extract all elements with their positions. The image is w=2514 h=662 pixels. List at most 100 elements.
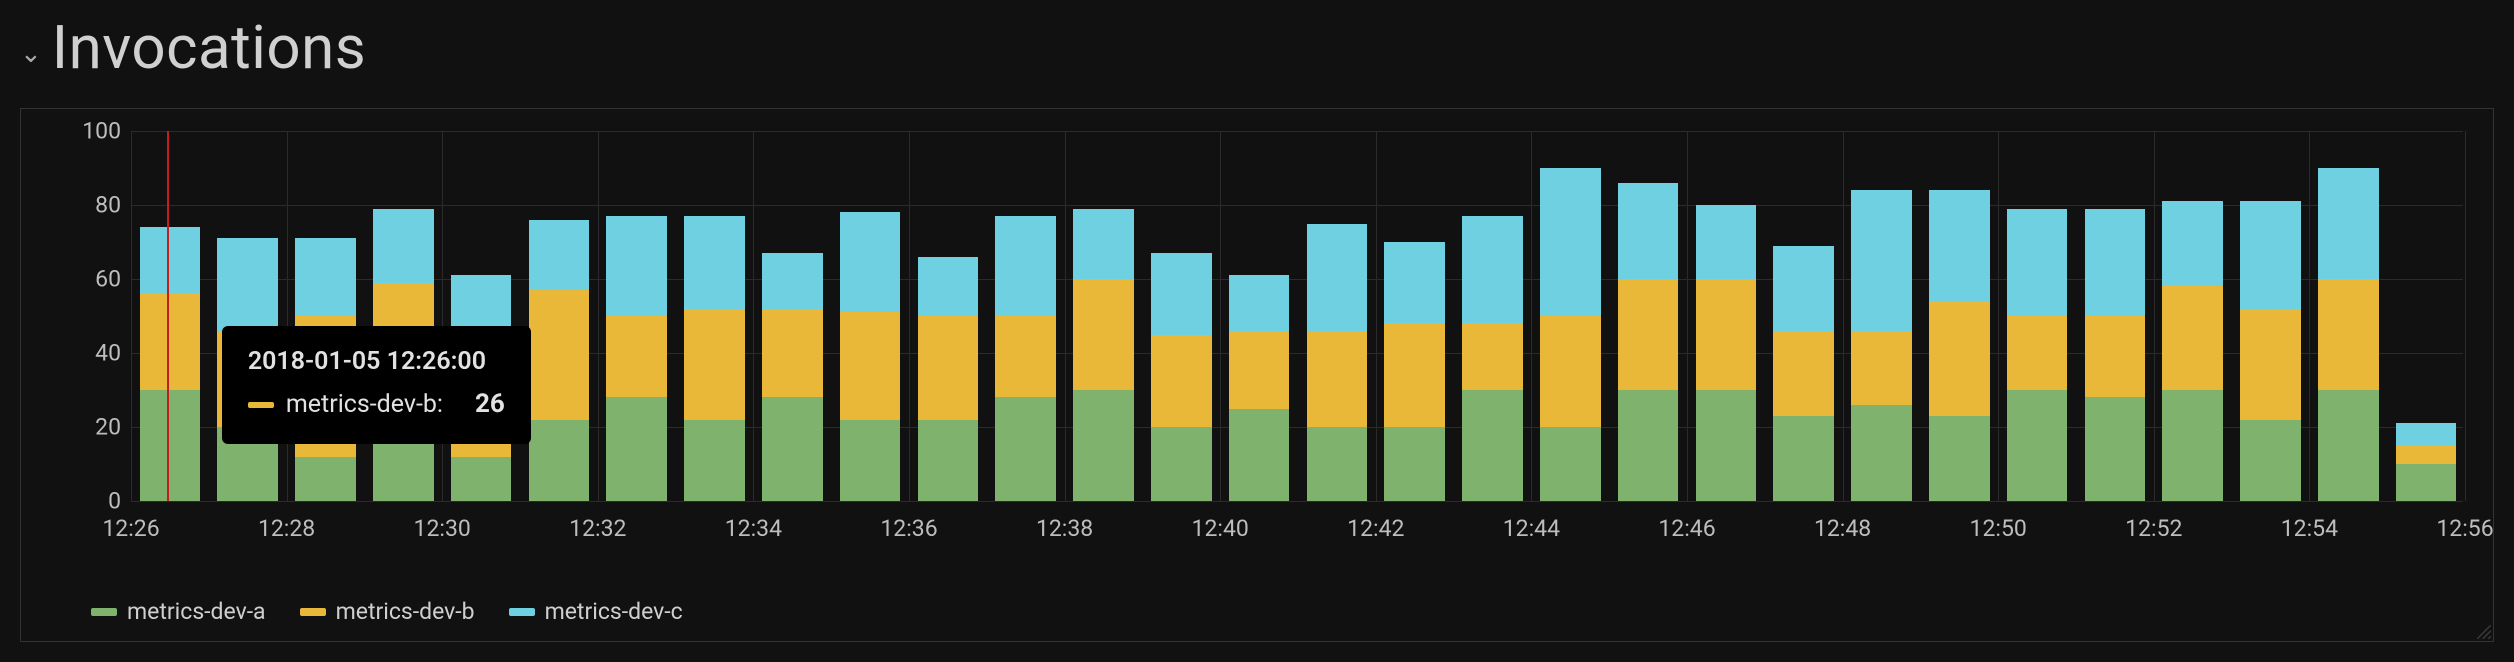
bar-segment-metrics-dev-a [140,390,201,501]
bar-segment-metrics-dev-a [373,434,434,501]
bar-segment-metrics-dev-b [1929,301,1990,416]
bar[interactable] [1540,168,1601,501]
bar-segment-metrics-dev-c [1540,168,1601,316]
bar[interactable] [840,212,901,501]
bar-segment-metrics-dev-c [1851,190,1912,331]
gridline-v [598,131,599,501]
gridline-h [131,501,2463,502]
bar[interactable] [1696,205,1757,501]
bar[interactable] [1929,190,1990,501]
bar-segment-metrics-dev-a [1384,427,1445,501]
x-axis-tick: 12:36 [880,515,937,542]
bar-segment-metrics-dev-c [529,220,590,290]
tooltip-series-label: metrics-dev-b: [286,387,443,423]
bar-segment-metrics-dev-c [2085,209,2146,316]
bar[interactable] [2085,209,2146,501]
chart-tooltip: 2018-01-05 12:26:00metrics-dev-b:26 [222,326,531,444]
gridline-v [2465,131,2466,501]
bar-segment-metrics-dev-a [2085,397,2146,501]
bar-segment-metrics-dev-c [1073,209,1134,279]
bar-segment-metrics-dev-b [2240,309,2301,420]
legend-swatch-b [300,608,326,616]
legend-item-a[interactable]: metrics-dev-a [91,598,266,625]
bar-segment-metrics-dev-c [840,212,901,312]
gridline-v [131,131,132,501]
bar-segment-metrics-dev-b [2085,316,2146,397]
bar[interactable] [2396,423,2457,501]
legend-item-c[interactable]: metrics-dev-c [509,598,683,625]
bar-segment-metrics-dev-c [373,209,434,283]
x-axis-tick: 12:40 [1192,515,1249,542]
bar-segment-metrics-dev-c [1229,275,1290,331]
bar[interactable] [1462,216,1523,501]
bar[interactable] [1073,209,1134,501]
y-axis-tick: 20 [61,414,121,441]
bar[interactable] [762,253,823,501]
panel-header[interactable]: ⌄ Invocations [0,0,2514,83]
legend-item-b[interactable]: metrics-dev-b [300,598,475,625]
hover-crosshair [167,131,169,501]
bar-segment-metrics-dev-b [762,309,823,398]
gridline-v [1843,131,1844,501]
bar-segment-metrics-dev-b [1851,331,1912,405]
bar[interactable] [684,216,745,501]
bar[interactable] [1229,275,1290,501]
bar-segment-metrics-dev-a [1151,427,1212,501]
bar[interactable] [1384,242,1445,501]
y-axis-tick: 100 [61,118,121,145]
bar-segment-metrics-dev-c [2396,423,2457,445]
bar-segment-metrics-dev-b [918,316,979,420]
tooltip-timestamp: 2018-01-05 12:26:00 [248,344,505,380]
gridline-h [131,205,2463,206]
bar-segment-metrics-dev-a [1229,409,1290,502]
bar-segment-metrics-dev-c [995,216,1056,316]
dashboard-panel: ⌄ Invocations 02040608010012:2612:2812:3… [0,0,2514,662]
x-axis-tick: 12:26 [102,515,159,542]
bar[interactable] [1151,253,1212,501]
bar-segment-metrics-dev-c [2318,168,2379,279]
bar-segment-metrics-dev-a [606,397,667,501]
bar-segment-metrics-dev-a [684,420,745,501]
bar-segment-metrics-dev-a [1618,390,1679,501]
resize-handle-icon[interactable] [2477,625,2491,639]
bar-segment-metrics-dev-c [1307,224,1368,331]
bar[interactable] [2318,168,2379,501]
bar-segment-metrics-dev-a [1307,427,1368,501]
x-axis-tick: 12:28 [258,515,315,542]
bar[interactable] [2162,201,2223,501]
bar-segment-metrics-dev-c [295,238,356,316]
bar-segment-metrics-dev-b [1151,335,1212,428]
bar[interactable] [1618,183,1679,501]
bar[interactable] [140,227,201,501]
bar[interactable] [1307,224,1368,501]
chart-plot-area[interactable]: 02040608010012:2612:2812:3012:3212:3412:… [131,131,2463,501]
x-axis-tick: 12:52 [2125,515,2182,542]
bar[interactable] [2007,209,2068,501]
bar-segment-metrics-dev-b [606,316,667,397]
bar-segment-metrics-dev-b [2396,446,2457,465]
bar[interactable] [529,220,590,501]
gridline-v [1376,131,1377,501]
bar-segment-metrics-dev-a [1929,416,1990,501]
collapse-chevron-icon[interactable]: ⌄ [20,39,42,69]
chart-frame: 02040608010012:2612:2812:3012:3212:3412:… [20,108,2494,642]
bar-segment-metrics-dev-b [529,290,590,420]
y-axis-tick: 80 [61,192,121,219]
bar-segment-metrics-dev-b [995,316,1056,397]
bar-segment-metrics-dev-a [451,457,512,501]
bar[interactable] [2240,201,2301,501]
bar-segment-metrics-dev-a [1851,405,1912,501]
bar-segment-metrics-dev-b [1618,279,1679,390]
bar-segment-metrics-dev-b [2007,316,2068,390]
bar[interactable] [995,216,1056,501]
x-axis-tick: 12:44 [1503,515,1560,542]
bar-segment-metrics-dev-a [1540,427,1601,501]
bar[interactable] [1773,246,1834,501]
bar[interactable] [606,216,667,501]
legend-label: metrics-dev-a [127,598,266,625]
bar[interactable] [918,257,979,501]
bar-segment-metrics-dev-a [295,457,356,501]
legend-swatch-c [509,608,535,616]
bar-segment-metrics-dev-c [1462,216,1523,323]
bar[interactable] [1851,190,1912,501]
